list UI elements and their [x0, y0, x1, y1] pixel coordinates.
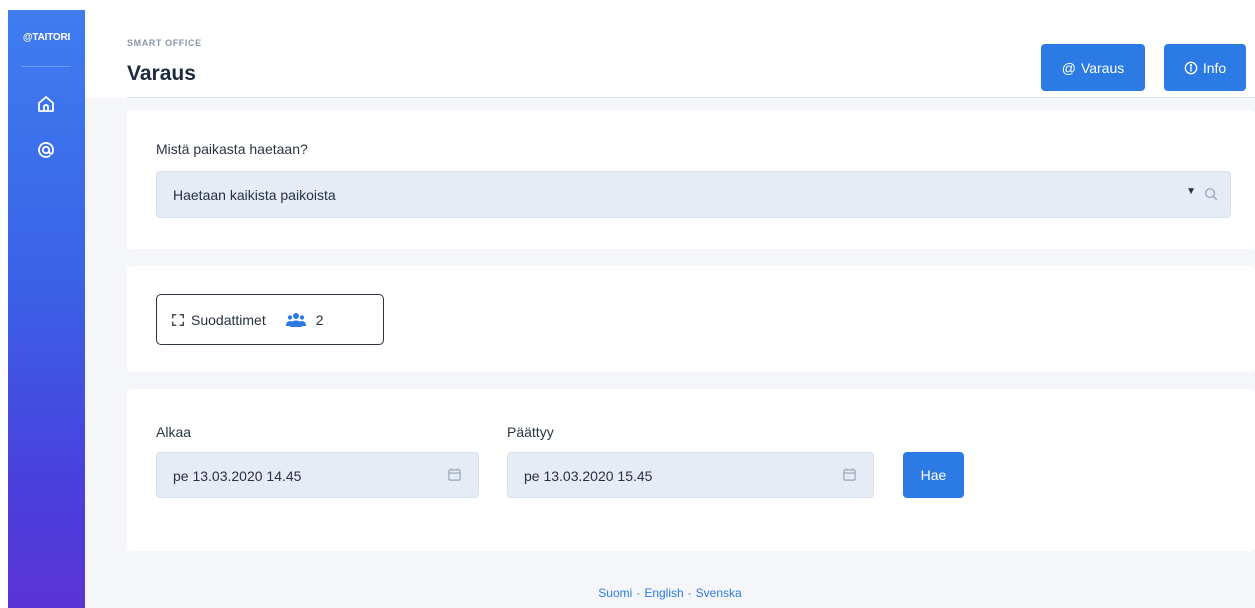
sidebar-divider: [22, 66, 71, 67]
location-select-value: Haetaan kaikista paikoista: [173, 187, 336, 203]
calendar-icon[interactable]: [447, 467, 462, 482]
page-title: Varaus: [127, 62, 196, 85]
language-separator: -: [636, 586, 641, 600]
search-button[interactable]: Hae: [903, 452, 964, 498]
end-date-input[interactable]: pe 13.03.2020 15.45: [507, 452, 874, 498]
info-button-label: Info: [1202, 59, 1227, 76]
page-eyebrow: SMART OFFICE: [127, 38, 202, 48]
end-label: Päättyy: [507, 424, 554, 440]
start-date-input[interactable]: pe 13.03.2020 14.45: [156, 452, 479, 498]
caret-down-icon[interactable]: ▼: [1186, 186, 1196, 197]
location-card: Mistä paikasta haetaan? Haetaan kaikista…: [127, 110, 1255, 249]
language-footer: Suomi - English - Svenska: [85, 586, 1255, 600]
language-link-svenska[interactable]: Svenska: [696, 586, 742, 600]
at-icon: @: [1061, 59, 1076, 76]
filters-label: Suodattimet: [191, 311, 266, 328]
people-count: 2: [315, 311, 324, 328]
varaus-button-label: Varaus: [1080, 59, 1125, 76]
expand-icon: [172, 313, 184, 326]
sidebar: @TAITORI: [8, 10, 85, 608]
location-label: Mistä paikasta haetaan?: [156, 141, 308, 157]
location-select[interactable]: Haetaan kaikista paikoista ▼: [156, 171, 1231, 218]
top-strip: [0, 0, 1255, 10]
users-icon: [285, 312, 306, 327]
main-content: SMART OFFICE Varaus @ Varaus Info Mistä …: [85, 10, 1255, 608]
page-header: SMART OFFICE Varaus @ Varaus Info: [85, 10, 1255, 98]
end-date-value: pe 13.03.2020 15.45: [524, 468, 653, 484]
language-link-suomi[interactable]: Suomi: [598, 586, 632, 600]
filters-button[interactable]: Suodattimet 2: [156, 294, 384, 345]
language-separator: -: [687, 586, 692, 600]
start-date-value: pe 13.03.2020 14.45: [173, 468, 302, 484]
header-divider: [127, 97, 1255, 98]
brand-logo[interactable]: @TAITORI: [8, 32, 85, 43]
search-icon[interactable]: [1204, 187, 1218, 201]
filters-card: Suodattimet 2: [127, 266, 1255, 372]
language-link-english[interactable]: English: [644, 586, 683, 600]
at-icon[interactable]: [34, 138, 58, 162]
info-button[interactable]: Info: [1164, 44, 1246, 91]
dates-card: Alkaa pe 13.03.2020 14.45 Päättyy pe 13.…: [127, 389, 1255, 551]
varaus-button[interactable]: @ Varaus: [1041, 44, 1145, 91]
calendar-icon[interactable]: [842, 467, 857, 482]
home-icon[interactable]: [34, 92, 58, 116]
start-label: Alkaa: [156, 424, 192, 440]
info-icon: [1184, 61, 1198, 74]
